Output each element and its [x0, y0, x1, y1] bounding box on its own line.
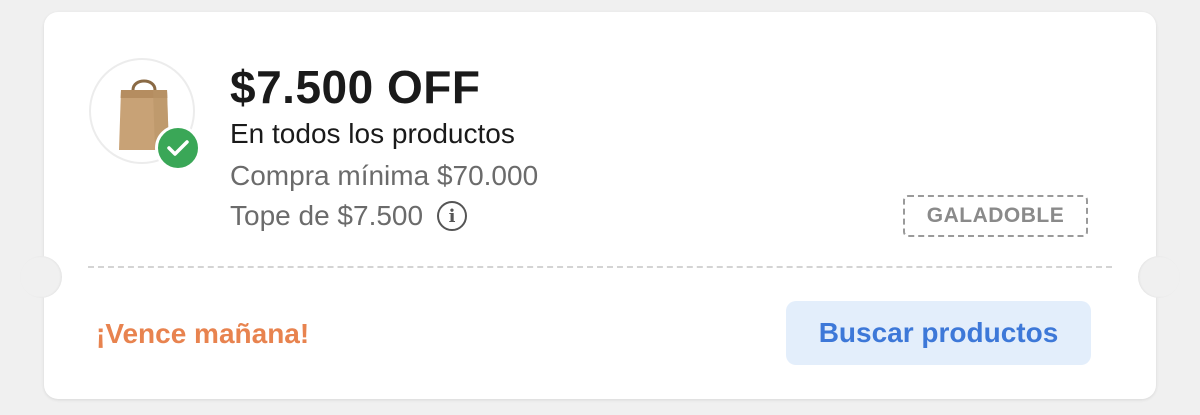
discount-cap: Tope de $7.500 i	[230, 200, 468, 232]
discount-cap-label: Tope de $7.500	[230, 200, 424, 231]
ticket-notch-left	[20, 256, 62, 298]
info-icon[interactable]: i	[437, 201, 468, 231]
check-badge-icon	[155, 125, 201, 171]
coupon-code: GALADOBLE	[903, 195, 1088, 237]
discount-title: $7.500 OFF	[230, 61, 481, 113]
coupon-card: $7.500 OFF En todos los productos Compra…	[20, 12, 1180, 399]
expiry-notice: ¡Vence mañana!	[96, 318, 310, 349]
minimum-purchase: Compra mínima $70.000	[230, 160, 539, 191]
search-products-button[interactable]: Buscar productos	[786, 301, 1091, 365]
coupon-logo	[89, 58, 201, 171]
discount-scope: En todos los productos	[230, 118, 515, 149]
ticket-divider	[88, 266, 1112, 268]
ticket-notch-right	[1138, 256, 1180, 298]
